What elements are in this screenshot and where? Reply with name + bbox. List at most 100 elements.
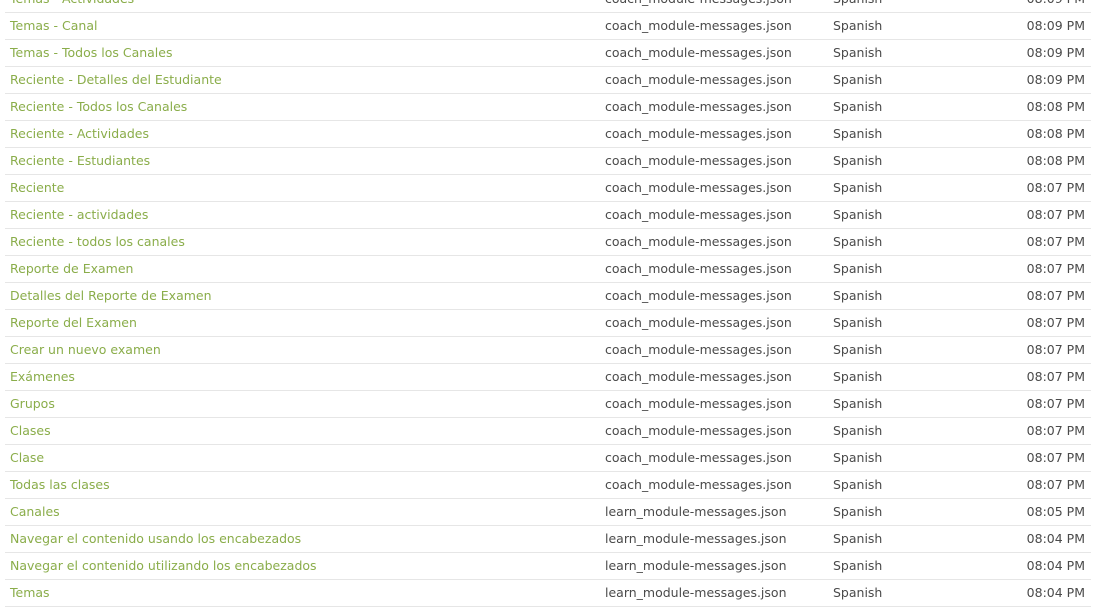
timestamp: 08:08 PM xyxy=(1026,99,1085,114)
language-label: Spanish xyxy=(833,504,883,519)
string-link[interactable]: Reciente - Todos los Canales xyxy=(10,94,187,120)
table-row: Reporte de Examen coach_module-messages.… xyxy=(5,256,1091,283)
table-row: Grupos coach_module-messages.json Spanis… xyxy=(5,391,1091,418)
timestamp: 08:04 PM xyxy=(1026,531,1085,546)
string-link[interactable]: Navegar el contenido utilizando los enca… xyxy=(10,553,317,579)
language-label: Spanish xyxy=(833,396,883,411)
string-link[interactable]: Temas - Canal xyxy=(10,13,97,39)
timestamp: 08:04 PM xyxy=(1026,585,1085,600)
table-row: Temas - Canal coach_module-messages.json… xyxy=(5,13,1091,40)
timestamp: 08:07 PM xyxy=(1026,288,1085,303)
resource-file: coach_module-messages.json xyxy=(605,369,792,384)
string-link[interactable]: Reciente - actividades xyxy=(10,202,148,228)
string-link[interactable]: Exámenes xyxy=(10,364,75,390)
table-row: Reporte del Examen coach_module-messages… xyxy=(5,310,1091,337)
resource-file: learn_module-messages.json xyxy=(605,558,787,573)
timestamp: 08:05 PM xyxy=(1026,504,1085,519)
language-label: Spanish xyxy=(833,585,883,600)
table-row: Navegar el contenido utilizando los enca… xyxy=(5,553,1091,580)
string-link[interactable]: Canales xyxy=(10,499,60,525)
string-link[interactable]: Reciente - Detalles del Estudiante xyxy=(10,67,222,93)
language-label: Spanish xyxy=(833,72,883,87)
activity-table: Temas - Actividades coach_module-message… xyxy=(5,0,1091,607)
table-row: Crear un nuevo examen coach_module-messa… xyxy=(5,337,1091,364)
string-link[interactable]: Crear un nuevo examen xyxy=(10,337,161,363)
resource-file: coach_module-messages.json xyxy=(605,180,792,195)
timestamp: 08:09 PM xyxy=(1026,45,1085,60)
timestamp: 08:07 PM xyxy=(1026,396,1085,411)
timestamp: 08:07 PM xyxy=(1026,342,1085,357)
timestamp: 08:04 PM xyxy=(1026,558,1085,573)
timestamp: 08:07 PM xyxy=(1026,450,1085,465)
string-link[interactable]: Reciente - todos los canales xyxy=(10,229,185,255)
language-label: Spanish xyxy=(833,531,883,546)
resource-file: coach_module-messages.json xyxy=(605,153,792,168)
timestamp: 08:07 PM xyxy=(1026,315,1085,330)
table-row: Reciente coach_module-messages.json Span… xyxy=(5,175,1091,202)
language-label: Spanish xyxy=(833,261,883,276)
language-label: Spanish xyxy=(833,18,883,33)
language-label: Spanish xyxy=(833,99,883,114)
resource-file: coach_module-messages.json xyxy=(605,261,792,276)
resource-file: coach_module-messages.json xyxy=(605,45,792,60)
string-link[interactable]: Temas - Todos los Canales xyxy=(10,40,173,66)
table-row: Reciente - Estudiantes coach_module-mess… xyxy=(5,148,1091,175)
table-row: Clase coach_module-messages.json Spanish… xyxy=(5,445,1091,472)
resource-file: coach_module-messages.json xyxy=(605,99,792,114)
resource-file: coach_module-messages.json xyxy=(605,396,792,411)
language-label: Spanish xyxy=(833,45,883,60)
table-row: Detalles del Reporte de Examen coach_mod… xyxy=(5,283,1091,310)
string-link[interactable]: Todas las clases xyxy=(10,472,110,498)
table-row: Clases coach_module-messages.json Spanis… xyxy=(5,418,1091,445)
language-label: Spanish xyxy=(833,126,883,141)
resource-file: coach_module-messages.json xyxy=(605,0,792,12)
language-label: Spanish xyxy=(833,477,883,492)
language-label: Spanish xyxy=(833,450,883,465)
timestamp: 08:07 PM xyxy=(1026,423,1085,438)
table-row: Navegar el contenido usando los encabeza… xyxy=(5,526,1091,553)
timestamp: 08:09 PM xyxy=(1027,0,1085,12)
table-row: Reciente - actividades coach_module-mess… xyxy=(5,202,1091,229)
string-link[interactable]: Detalles del Reporte de Examen xyxy=(10,283,212,309)
timestamp: 08:07 PM xyxy=(1026,477,1085,492)
string-link[interactable]: Reporte del Examen xyxy=(10,310,137,336)
timestamp: 08:07 PM xyxy=(1026,261,1085,276)
language-label: Spanish xyxy=(833,423,883,438)
resource-file: coach_module-messages.json xyxy=(605,72,792,87)
string-link[interactable]: Reciente - Actividades xyxy=(10,121,149,147)
resource-file: coach_module-messages.json xyxy=(605,126,792,141)
string-link[interactable]: Clase xyxy=(10,445,44,471)
resource-file: learn_module-messages.json xyxy=(605,531,787,546)
table-row: Reciente - Todos los Canales coach_modul… xyxy=(5,94,1091,121)
resource-file: coach_module-messages.json xyxy=(605,288,792,303)
resource-file: learn_module-messages.json xyxy=(605,504,787,519)
string-link[interactable]: Reporte de Examen xyxy=(10,256,133,282)
timestamp: 08:07 PM xyxy=(1026,369,1085,384)
resource-file: coach_module-messages.json xyxy=(605,315,792,330)
resource-file: coach_module-messages.json xyxy=(605,423,792,438)
string-link[interactable]: Temas - Actividades xyxy=(10,0,134,12)
resource-file: coach_module-messages.json xyxy=(605,234,792,249)
language-label: Spanish xyxy=(833,153,883,168)
table-row: Temas - Actividades coach_module-message… xyxy=(5,0,1091,13)
string-link[interactable]: Navegar el contenido usando los encabeza… xyxy=(10,526,301,552)
string-link[interactable]: Reciente - Estudiantes xyxy=(10,148,150,174)
string-link[interactable]: Grupos xyxy=(10,391,55,417)
language-label: Spanish xyxy=(833,0,882,12)
timestamp: 08:09 PM xyxy=(1026,18,1085,33)
timestamp: 08:08 PM xyxy=(1026,126,1085,141)
table-row: Reciente - Detalles del Estudiante coach… xyxy=(5,67,1091,94)
string-link[interactable]: Temas xyxy=(10,580,50,606)
language-label: Spanish xyxy=(833,288,883,303)
table-row: Temas learn_module-messages.json Spanish… xyxy=(5,580,1091,607)
language-label: Spanish xyxy=(833,315,883,330)
resource-file: learn_module-messages.json xyxy=(605,585,787,600)
language-label: Spanish xyxy=(833,342,883,357)
string-link[interactable]: Clases xyxy=(10,418,51,444)
string-link[interactable]: Reciente xyxy=(10,175,64,201)
language-label: Spanish xyxy=(833,558,883,573)
table-row: Exámenes coach_module-messages.json Span… xyxy=(5,364,1091,391)
table-row: Todas las clases coach_module-messages.j… xyxy=(5,472,1091,499)
resource-file: coach_module-messages.json xyxy=(605,450,792,465)
table-row: Canales learn_module-messages.json Spani… xyxy=(5,499,1091,526)
